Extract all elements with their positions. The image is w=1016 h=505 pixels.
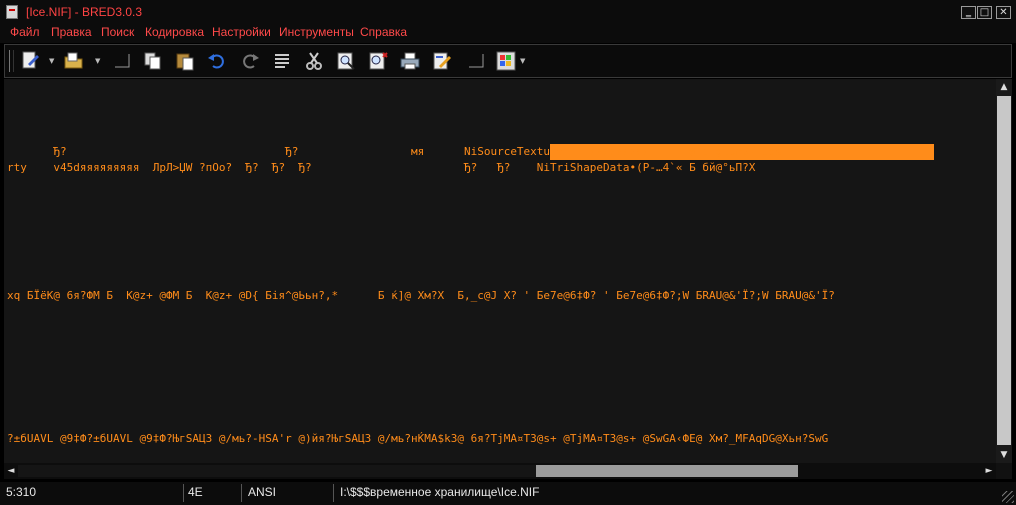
menu-encoding[interactable]: Кодировка <box>145 25 204 39</box>
menu-bar: Файл Правка Поиск Кодировка Настройки Ин… <box>0 24 1016 43</box>
scroll-left-icon[interactable]: ◄ <box>4 463 18 479</box>
maximize-button[interactable]: □ <box>977 6 992 19</box>
windows-dropdown-icon[interactable]: ▼ <box>520 58 527 65</box>
status-char-code: 4E <box>186 484 242 502</box>
toolbar: ▼ ▼ ▼ <box>4 44 1012 78</box>
edit-icon[interactable] <box>431 50 453 72</box>
print-icon[interactable] <box>399 50 421 72</box>
menu-search[interactable]: Поиск <box>101 25 134 39</box>
status-file-path: I:\$$$временное хранилище\Ice.NIF <box>340 485 540 499</box>
find-replace-icon[interactable] <box>367 50 389 72</box>
open-dropdown-icon[interactable]: ▼ <box>95 58 102 65</box>
scroll-up-icon[interactable]: ▲ <box>996 80 1012 94</box>
windows-icon[interactable] <box>495 50 517 72</box>
resize-grip-icon[interactable] <box>1002 491 1014 503</box>
new-dropdown-icon[interactable]: ▼ <box>49 58 56 65</box>
list-icon[interactable] <box>271 50 293 72</box>
vertical-scrollbar[interactable]: ▲ ▼ <box>996 79 1012 463</box>
editor-line-3[interactable]: xq БЇёК@ 6я?ФМ Б К@z+ @ФМ Б К@z+ @D{ Бія… <box>7 289 835 303</box>
editor-line-2[interactable]: rty v45dяяяяяяяяя ЛрЛ>ЏW ?пОо? Ђ? Ђ? Ђ? … <box>7 161 755 175</box>
scroll-down-icon[interactable]: ▼ <box>996 448 1012 462</box>
horizontal-scroll-thumb[interactable] <box>536 465 798 477</box>
window-title: [Ice.NIF] - BRED3.0.3 <box>26 5 143 19</box>
status-encoding[interactable]: ANSI <box>246 484 334 502</box>
redo-icon[interactable] <box>239 50 261 72</box>
close-button[interactable]: ✕ <box>996 6 1011 19</box>
menu-help[interactable]: Справка <box>360 25 407 39</box>
status-bar: 5:310 4E ANSI I:\$$$временное хранилище\… <box>0 482 1016 505</box>
horizontal-scrollbar[interactable]: ◄ ► <box>4 463 996 479</box>
open-folder-icon[interactable] <box>63 50 85 72</box>
menu-edit[interactable]: Правка <box>51 25 92 39</box>
scrollbar-corner <box>996 463 1012 479</box>
copy-icon[interactable] <box>142 50 164 72</box>
menu-tools[interactable]: Инструменты <box>279 25 354 39</box>
cut-icon[interactable] <box>303 50 325 72</box>
menu-file[interactable]: Файл <box>10 25 40 39</box>
paste-icon[interactable] <box>174 50 196 72</box>
blank-icon[interactable] <box>465 50 487 72</box>
blank-icon[interactable] <box>111 50 133 72</box>
undo-icon[interactable] <box>206 50 228 72</box>
editor-line-1[interactable]: Ђ? Ђ? мя NiSourceTexture яяяяяяяяя @_b_g… <box>7 145 782 159</box>
title-bar[interactable]: [Ice.NIF] - BRED3.0.3 ‗ □ ✕ <box>0 0 1016 24</box>
vertical-scroll-thumb[interactable] <box>997 96 1011 445</box>
app-icon[interactable] <box>6 5 18 19</box>
toolbar-grip[interactable] <box>9 50 14 72</box>
scroll-right-icon[interactable]: ► <box>982 463 996 479</box>
minimize-button[interactable]: ‗ <box>961 6 976 19</box>
menu-settings[interactable]: Настройки <box>212 25 271 39</box>
text-editor[interactable]: Ђ? Ђ? мя NiSourceTexture яяяяяяяяя @_b_g… <box>4 79 996 463</box>
editor-line-4[interactable]: ?±бUAVL @9‡Ф?±бUAVL @9‡Ф?ЊгSAЦ3 @/мь?-HS… <box>7 432 828 446</box>
horizontal-scroll-track[interactable] <box>18 465 536 477</box>
new-document-icon[interactable] <box>19 50 41 72</box>
status-position: 5:310 <box>4 484 184 502</box>
find-icon[interactable] <box>335 50 357 72</box>
